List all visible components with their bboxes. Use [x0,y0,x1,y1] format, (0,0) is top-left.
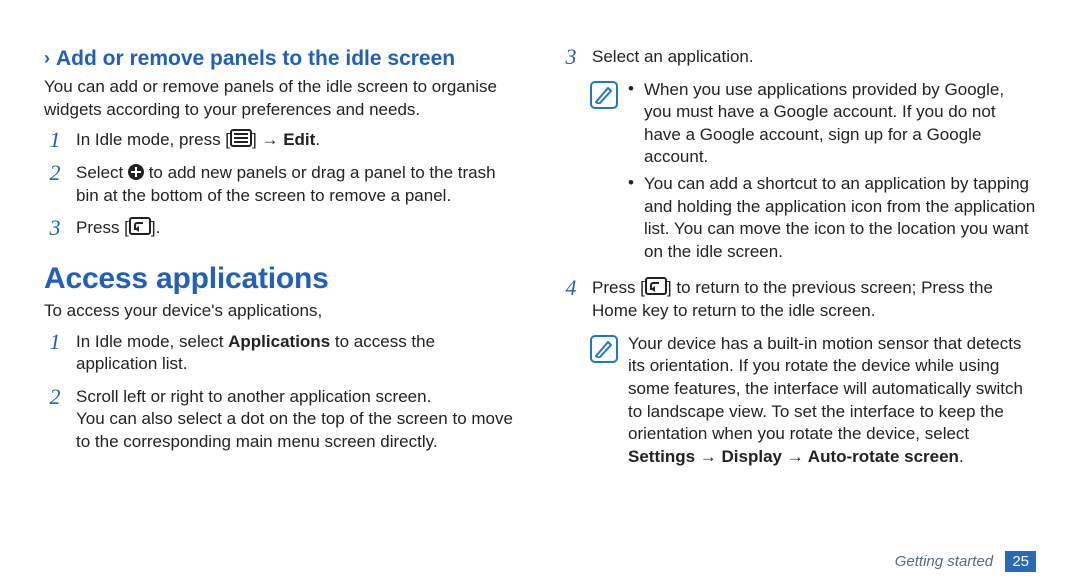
step-number: 2 [44,386,66,454]
footer-page-number: 25 [1005,551,1036,572]
step-item: 1 In Idle mode, select Applications to a… [44,331,520,376]
note-icon [590,81,618,109]
note-bullet: • When you use applications provided by … [628,79,1036,169]
chevron-icon: › [44,48,50,68]
note-block: Your device has a built-in motion sensor… [590,333,1036,469]
back-icon [645,277,667,295]
subheading-text: Add or remove panels to the idle screen [56,47,455,70]
step-text: Select to add new panels or drag a panel… [76,162,520,207]
step-number: 1 [44,129,66,152]
intro-text: You can add or remove panels of the idle… [44,76,520,121]
footer-section: Getting started [895,553,993,570]
right-column: 3 Select an application. • When you use … [560,42,1036,586]
step-text: Select an application. [592,46,1036,69]
step-number: 3 [44,217,66,240]
step-item: 2 Select to add new panels or drag a pan… [44,162,520,207]
note-body: • When you use applications provided by … [628,79,1036,268]
step-item: 1 In Idle mode, press [] → Edit. [44,129,520,152]
menu-icon [230,129,252,147]
note-icon [590,335,618,363]
step-text: In Idle mode, select Applications to acc… [76,331,520,376]
step-number: 1 [44,331,66,376]
left-column: › Add or remove panels to the idle screen… [44,42,520,586]
step-item: 3 Press []. [44,217,520,240]
note-body: Your device has a built-in motion sensor… [628,333,1036,469]
step-text: Press []. [76,217,520,240]
step-text: In Idle mode, press [] → Edit. [76,129,520,152]
step-text: Scroll left or right to another applicat… [76,386,520,454]
step-item: 4 Press [] to return to the previous scr… [560,277,1036,322]
step-text: Press [] to return to the previous scree… [592,277,1036,322]
step-number: 4 [560,277,582,322]
note-bullet: • You can add a shortcut to an applicati… [628,173,1036,263]
note-block: • When you use applications provided by … [590,79,1036,268]
heading: Access applications [44,262,520,296]
step-item: 3 Select an application. [560,46,1036,69]
step-number: 2 [44,162,66,207]
plus-icon [128,164,144,180]
page-footer: Getting started 25 [895,551,1036,572]
access-intro: To access your device's applications, [44,300,520,323]
subheading: › Add or remove panels to the idle screen [44,46,520,72]
step-item: 2 Scroll left or right to another applic… [44,386,520,454]
step-number: 3 [560,46,582,69]
back-icon [129,217,151,235]
